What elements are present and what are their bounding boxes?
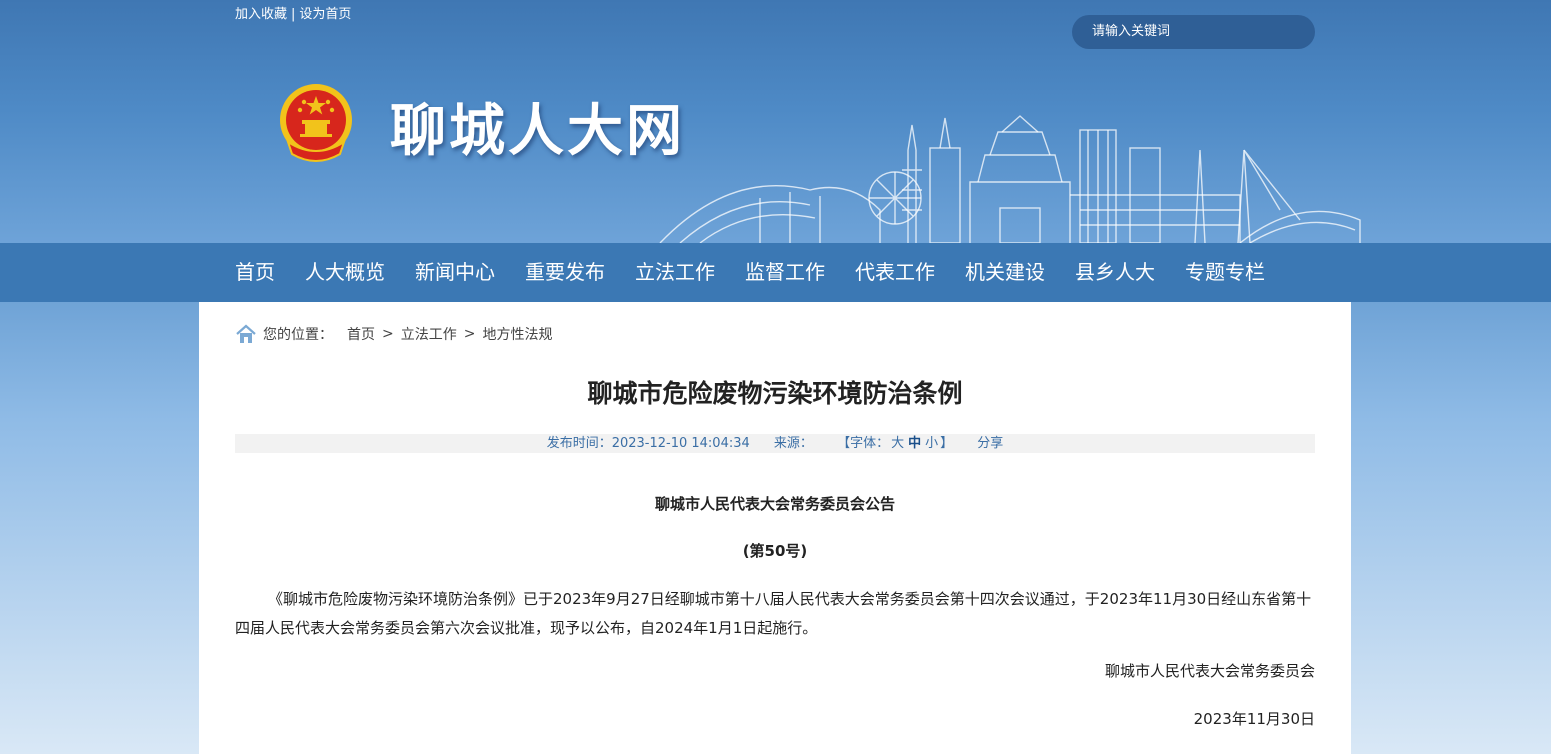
font-size-open: 【字体： <box>837 436 890 451</box>
publish-time-value: 2023-12-10 14:04:34 <box>611 436 750 451</box>
breadcrumb: 您的位置： 首页 > 立法工作 > 地方性法规 <box>235 322 552 346</box>
breadcrumb-item-home[interactable]: 首页 <box>347 324 375 344</box>
home-icon <box>236 324 256 343</box>
top-links-separator: | <box>291 7 296 22</box>
set-homepage-link[interactable]: 设为首页 <box>299 7 351 22</box>
add-favorite-link[interactable]: 加入收藏 <box>235 7 287 22</box>
breadcrumb-arrow: > <box>382 326 394 342</box>
font-size-close: 】 <box>940 436 954 451</box>
notice-number: (第50号) <box>742 542 808 560</box>
breadcrumb-item-legislation[interactable]: 立法工作 <box>401 324 457 344</box>
nav-item-releases[interactable]: 重要发布 <box>525 243 605 302</box>
publish-time: 发布时间：2023-12-10 14:04:34 <box>547 436 750 451</box>
nav-item-county-township[interactable]: 县乡人大 <box>1075 243 1155 302</box>
nav-item-legislation[interactable]: 立法工作 <box>635 243 715 302</box>
article-body: 《聊城市危险废物污染环境防治条例》已于2023年9月27日经聊城市第十八届人民代… <box>235 590 1312 637</box>
city-skyline-illustration <box>659 115 1361 243</box>
publish-time-label: 发布时间： <box>546 436 612 451</box>
search-input[interactable]: 请输入关键词 <box>1072 15 1315 49</box>
nav-item-deputies[interactable]: 代表工作 <box>855 243 935 302</box>
nav-item-news[interactable]: 新闻中心 <box>415 243 495 302</box>
breadcrumb-item-local-regulations[interactable]: 地方性法规 <box>482 324 552 344</box>
font-size-control: 【字体：大中小】 <box>837 436 953 451</box>
national-emblem-icon <box>280 84 352 162</box>
breadcrumb-arrow: > <box>463 326 476 342</box>
nav-item-organization[interactable]: 机关建设 <box>965 243 1045 302</box>
nav-item-home[interactable]: 首页 <box>235 243 275 302</box>
nav-item-overview[interactable]: 人大概览 <box>305 243 385 302</box>
font-size-small-button[interactable]: 小 <box>925 436 938 451</box>
source-label: 来源： <box>773 436 813 451</box>
nav-item-supervision[interactable]: 监督工作 <box>745 243 825 302</box>
signature-organization: 聊城市人民代表大会常务委员会 <box>1104 662 1315 680</box>
breadcrumb-label: 您的位置： <box>263 327 333 343</box>
site-header: 加入收藏 | 设为首页 请输入关键词 聊城人大网 <box>0 0 1551 243</box>
share-button[interactable]: 分享 <box>977 436 1003 451</box>
notice-heading: 聊城市人民代表大会常务委员会公告 <box>654 495 895 513</box>
content-panel <box>199 302 1351 754</box>
article-title: 聊城市危险废物污染环境防治条例 <box>587 379 963 408</box>
font-size-large-button[interactable]: 大 <box>891 436 904 451</box>
font-size-medium-button[interactable]: 中 <box>908 436 921 451</box>
main-nav: 首页 人大概览 新闻中心 重要发布 立法工作 监督工作 代表工作 机关建设 县乡… <box>0 243 1551 302</box>
nav-item-special-topics[interactable]: 专题专栏 <box>1185 243 1265 302</box>
article-meta-bar: 发布时间：2023-12-10 14:04:34 来源： 【字体：大中小】 分享 <box>235 434 1315 453</box>
signature-date: 2023年11月30日 <box>1193 710 1315 728</box>
top-links: 加入收藏 | 设为首页 <box>235 3 351 22</box>
